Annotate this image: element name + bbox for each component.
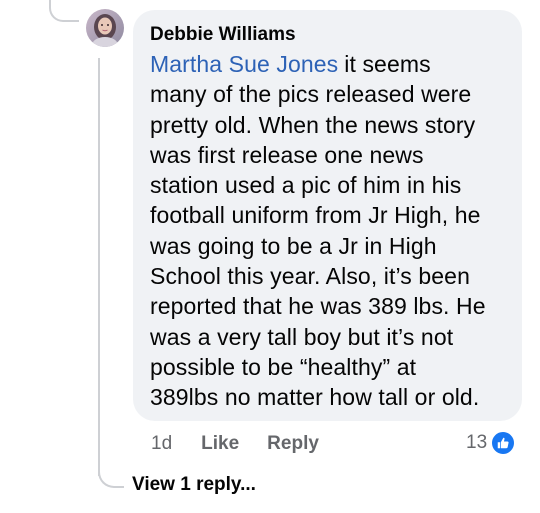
comment-line: pretty old. When the news story (150, 111, 476, 138)
comment-line: reported that he was 389 lbs. He (150, 293, 486, 320)
reaction-count: 13 (466, 432, 488, 453)
comment-actions: 1d Like Reply (151, 430, 347, 458)
thread-line (98, 58, 100, 476)
mention-link[interactable]: Martha Sue Jones (150, 51, 338, 77)
reply-button[interactable]: Reply (267, 433, 319, 455)
author-name[interactable]: Debbie Williams (150, 23, 506, 47)
comment-line: 389lbs no matter how tall or old. (150, 384, 480, 411)
comment-line-text: it seems (344, 51, 431, 77)
comment-line: many of the pics released were (150, 81, 472, 108)
avatar[interactable] (86, 9, 124, 47)
comment-line: station used a pic of him in his (150, 172, 462, 199)
thread-connector-top (49, 0, 79, 22)
reaction-summary[interactable]: 13 (466, 430, 517, 456)
comment-text: Martha Sue Jones it seems many of the pic… (150, 49, 506, 413)
comment-bubble: Debbie Williams Martha Sue Jones it seems… (133, 10, 522, 421)
view-replies-link[interactable]: View 1 reply... (132, 474, 256, 496)
comment-line: was first release one news (150, 141, 424, 168)
comment-line: possible to be “healthy” at (150, 353, 417, 380)
thumbs-up-icon (490, 430, 517, 456)
timestamp[interactable]: 1d (151, 433, 172, 455)
comment-line: was going to be a Jr in High (150, 232, 437, 259)
thread-connector-bottom (98, 458, 124, 488)
comment-line: Martha Sue Jones it seems (150, 49, 506, 79)
comment-line: football uniform from Jr High, he (150, 202, 481, 229)
like-button[interactable]: Like (201, 433, 239, 455)
comment-line: School this year. Also, it’s been (150, 263, 470, 290)
comment-line: was a very tall boy but it’s not (150, 323, 454, 350)
